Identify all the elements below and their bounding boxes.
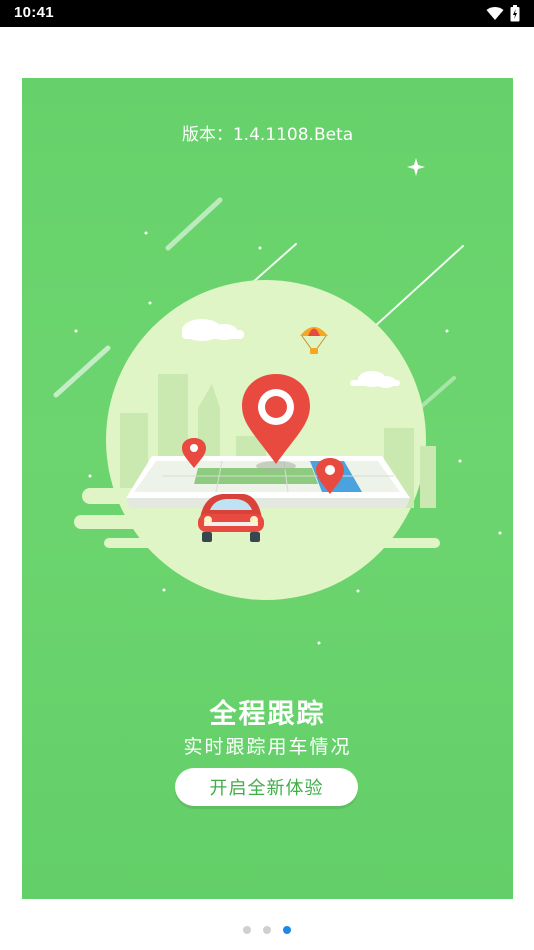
page-indicator (0, 926, 534, 934)
status-time: 10:41 (14, 4, 54, 21)
splash-card: 版本：1.4.1108.Beta 全程跟踪 实时跟踪用车情况 开启全新体验 (22, 78, 513, 899)
wifi-icon (486, 7, 504, 20)
status-bar: 10:41 (0, 0, 534, 27)
start-experience-button[interactable]: 开启全新体验 (175, 768, 358, 806)
version-text: 版本：1.4.1108.Beta (181, 125, 354, 145)
feature-subtitle: 实时跟踪用车情况 (183, 736, 352, 758)
page-dot-2[interactable] (263, 926, 271, 934)
status-icons (486, 5, 520, 22)
page-dot-1[interactable] (243, 926, 251, 934)
battery-icon (510, 5, 520, 22)
feature-title: 全程跟踪 (209, 699, 326, 730)
page-dot-3-active[interactable] (283, 926, 291, 934)
